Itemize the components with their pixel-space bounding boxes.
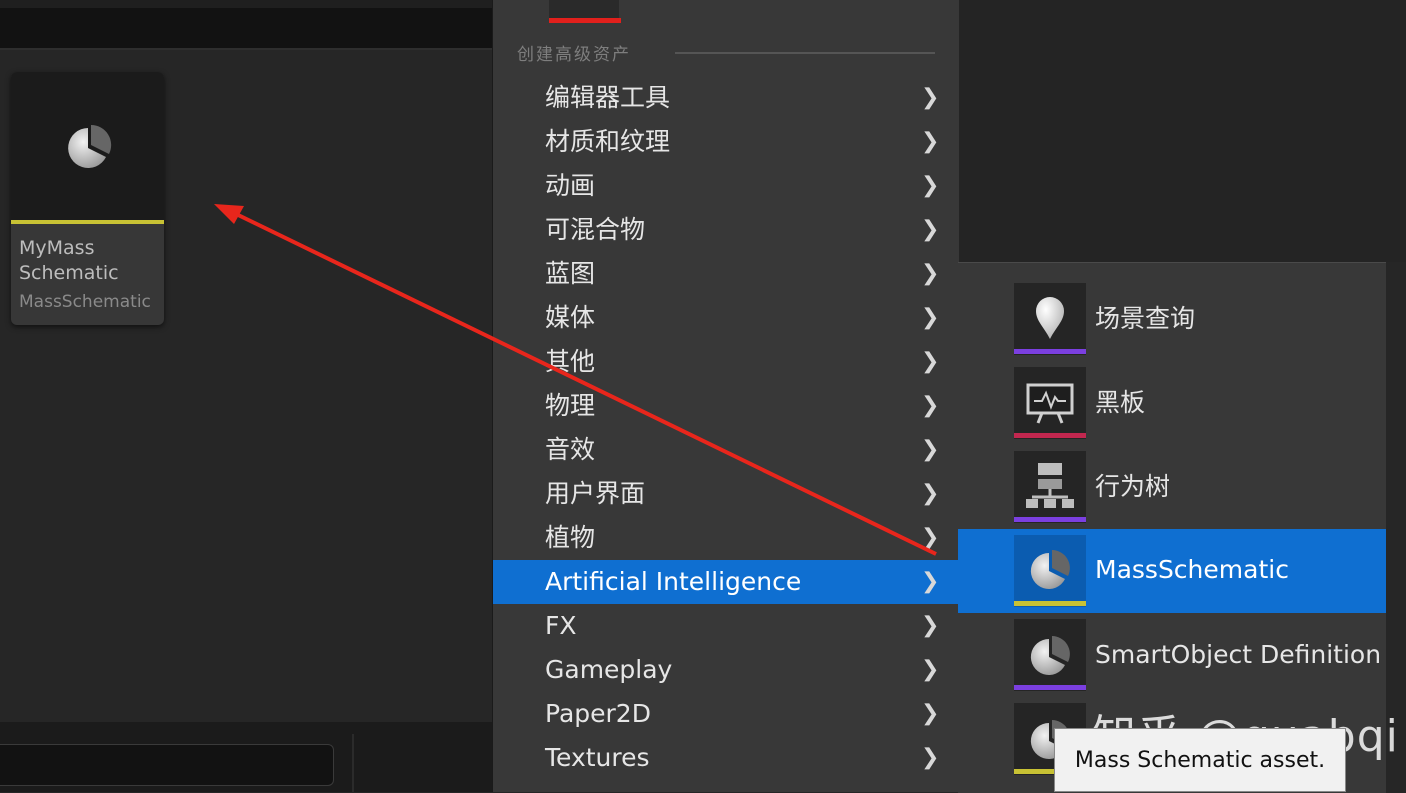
submenu-item-label: SmartObject Definition — [1095, 640, 1382, 669]
submenu-item-blackboard[interactable]: 黑板 — [958, 347, 1386, 439]
chevron-right-icon: ❯ — [921, 129, 940, 154]
chevron-right-icon: ❯ — [921, 613, 940, 638]
menu-item-textures[interactable]: Textures ❯ — [493, 736, 959, 780]
menu-item-label: 动画 — [545, 171, 596, 200]
chevron-right-icon: ❯ — [921, 173, 940, 198]
menu-item-label: 蓝图 — [545, 259, 596, 288]
menu-item-label: Paper2D — [545, 699, 651, 728]
chevron-right-icon: ❯ — [921, 85, 940, 110]
menu-item-label: 用户界面 — [545, 479, 646, 508]
background-panel — [958, 0, 1406, 262]
chevron-right-icon: ❯ — [921, 657, 940, 682]
menu-item-materials[interactable]: 材质和纹理 ❯ — [493, 120, 959, 164]
menu-item-label: Gameplay — [545, 655, 673, 684]
menu-item-physics[interactable]: 物理 ❯ — [493, 384, 959, 428]
submenu-item-behavior-tree[interactable]: 行为树 — [958, 431, 1386, 523]
section-header: 创建高级资产 — [517, 45, 631, 65]
menu-item-label: 音效 — [545, 435, 596, 464]
asset-type-color-bar — [1014, 517, 1086, 522]
pie-chart-icon — [1014, 619, 1086, 691]
section-divider — [675, 52, 935, 54]
asset-type-color-bar — [11, 220, 164, 224]
chevron-right-icon: ❯ — [921, 393, 940, 418]
content-browser-bottom-field[interactable] — [0, 744, 334, 786]
location-pin-icon — [1014, 283, 1086, 355]
menu-item-label: 物理 — [545, 391, 596, 420]
menu-item-animation[interactable]: 动画 ❯ — [493, 164, 959, 208]
chevron-right-icon: ❯ — [921, 261, 940, 286]
menu-item-sounds[interactable]: 音效 ❯ — [493, 428, 959, 472]
chevron-right-icon: ❯ — [921, 481, 940, 506]
menu-item-media[interactable]: 媒体 ❯ — [493, 296, 959, 340]
submenu-item-label: 行为树 — [1095, 472, 1171, 501]
pie-chart-icon — [68, 124, 112, 168]
chevron-right-icon: ❯ — [921, 569, 940, 594]
chevron-right-icon: ❯ — [921, 701, 940, 726]
menu-item-label: 材质和纹理 — [545, 127, 671, 156]
menu-item-gameplay[interactable]: Gameplay ❯ — [493, 648, 959, 692]
chevron-right-icon: ❯ — [921, 305, 940, 330]
chevron-right-icon: ❯ — [921, 217, 940, 242]
menu-item-fx[interactable]: FX ❯ — [493, 604, 959, 648]
asset-tile-mymass-schematic[interactable]: MyMass Schematic MassSchematic — [11, 72, 164, 325]
pie-chart-icon — [1014, 535, 1086, 607]
asset-thumbnail — [11, 72, 164, 220]
blackboard-easel-icon — [1014, 367, 1086, 439]
menu-item-label: 编辑器工具 — [545, 83, 671, 112]
tree-hierarchy-icon — [1014, 451, 1086, 523]
submenu-item-label: MassSchematic — [1095, 555, 1289, 584]
menu-item-editor-tools[interactable]: 编辑器工具 ❯ — [493, 76, 959, 120]
menu-top-icon-bar — [549, 18, 621, 23]
menu-item-label: 其他 — [545, 347, 596, 376]
menu-item-user-interface[interactable]: 用户界面 ❯ — [493, 472, 959, 516]
menu-item-label: FX — [545, 611, 577, 640]
chevron-right-icon: ❯ — [921, 745, 940, 770]
submenu-item-label: 黑板 — [1095, 388, 1146, 417]
content-browser-top-bar — [0, 0, 492, 8]
chevron-right-icon: ❯ — [921, 349, 940, 374]
submenu-item-label: 场景查询 — [1095, 304, 1196, 333]
submenu-item-environment-query[interactable]: 场景查询 — [958, 263, 1386, 355]
menu-item-artificial-intelligence[interactable]: Artificial Intelligence ❯ — [493, 560, 959, 604]
tooltip: Mass Schematic asset. — [1054, 728, 1346, 792]
menu-item-blendables[interactable]: 可混合物 ❯ — [493, 208, 959, 252]
menu-item-label: 可混合物 — [545, 215, 646, 244]
menu-top-icon — [549, 0, 619, 20]
menu-item-label: 植物 — [545, 523, 596, 552]
asset-name: MyMass Schematic — [19, 237, 119, 284]
menu-item-label: Textures — [545, 743, 650, 772]
menu-item-label: 媒体 — [545, 303, 596, 332]
content-browser-path-bar[interactable] — [0, 8, 492, 50]
context-menu: 创建高级资产 编辑器工具 ❯ 材质和纹理 ❯ 动画 ❯ 可混合物 ❯ 蓝图 ❯ … — [492, 0, 959, 792]
menu-item-foliage[interactable]: 植物 ❯ — [493, 516, 959, 560]
menu-item-label: Artificial Intelligence — [545, 567, 802, 596]
submenu-item-smartobject-definition[interactable]: SmartObject Definition — [958, 599, 1386, 691]
menu-item-miscellaneous[interactable]: 其他 ❯ — [493, 340, 959, 384]
menu-item-paper2d[interactable]: Paper2D ❯ — [493, 692, 959, 736]
menu-item-blueprints[interactable]: 蓝图 ❯ — [493, 252, 959, 296]
asset-type-label: MassSchematic — [19, 292, 151, 312]
chevron-right-icon: ❯ — [921, 525, 940, 550]
chevron-right-icon: ❯ — [921, 437, 940, 462]
divider — [352, 734, 354, 792]
